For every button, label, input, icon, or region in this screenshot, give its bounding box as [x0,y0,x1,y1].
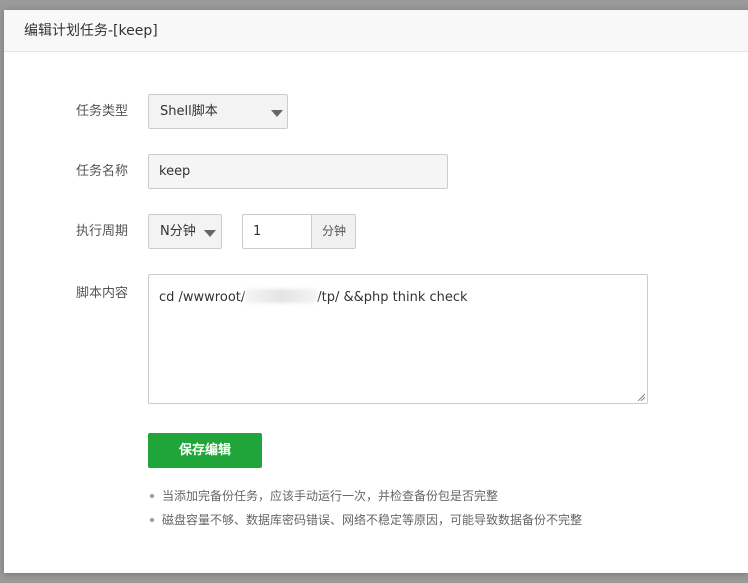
resize-grip-icon[interactable] [637,393,645,401]
tip-text: 磁盘容量不够、数据库密码错误、网络不稳定等原因，可能导致数据备份不完整 [162,513,583,527]
script-suffix: /tp/ &&php think check [317,290,468,305]
bullet-dot-icon [150,518,154,522]
interval-unit-addon: 分钟 [312,214,356,249]
task-type-select[interactable]: Shell脚本 [148,94,288,129]
task-type-value: Shell脚本 [160,104,218,119]
period-label: 执行周期 [76,224,129,239]
caret-down-icon [204,230,216,237]
save-edit-button[interactable]: 保存编辑 [148,433,262,468]
interval-value: 1 [253,224,262,239]
task-name-label: 任务名称 [76,164,129,179]
script-prefix: cd /wwwroot/ [159,290,246,305]
bullet-dot-icon [150,494,154,498]
period-unit-value: N分钟 [160,224,196,239]
caret-down-icon [271,110,283,117]
tips-list: 当添加完备份任务，应该手动运行一次，并检查备份包是否完整 磁盘容量不够、数据库密… [150,488,582,536]
interval-unit-text: 分钟 [322,224,347,238]
edit-task-dialog: 编辑计划任务-[keep] 任务类型 Shell脚本 任务名称 keep 执行周… [4,10,748,573]
interval-input[interactable]: 1 [242,214,312,249]
period-unit-select[interactable]: N分钟 [148,214,222,249]
dialog-title: 编辑计划任务-[keep] [24,23,158,39]
task-type-label: 任务类型 [76,104,129,119]
tip-item: 当添加完备份任务，应该手动运行一次，并检查备份包是否完整 [150,488,582,512]
script-label: 脚本内容 [76,286,129,301]
task-name-value: keep [159,164,191,179]
tip-item: 磁盘容量不够、数据库密码错误、网络不稳定等原因，可能导致数据备份不完整 [150,512,582,536]
redacted-segment [245,289,318,303]
tip-text: 当添加完备份任务，应该手动运行一次，并检查备份包是否完整 [162,489,499,503]
script-textarea[interactable]: cd /wwwroot/ /tp/ &&php think check [148,274,648,404]
script-content: cd /wwwroot/ /tp/ &&php think check [159,289,468,306]
dialog-header: 编辑计划任务-[keep] [4,10,748,52]
task-name-input[interactable]: keep [148,154,448,189]
